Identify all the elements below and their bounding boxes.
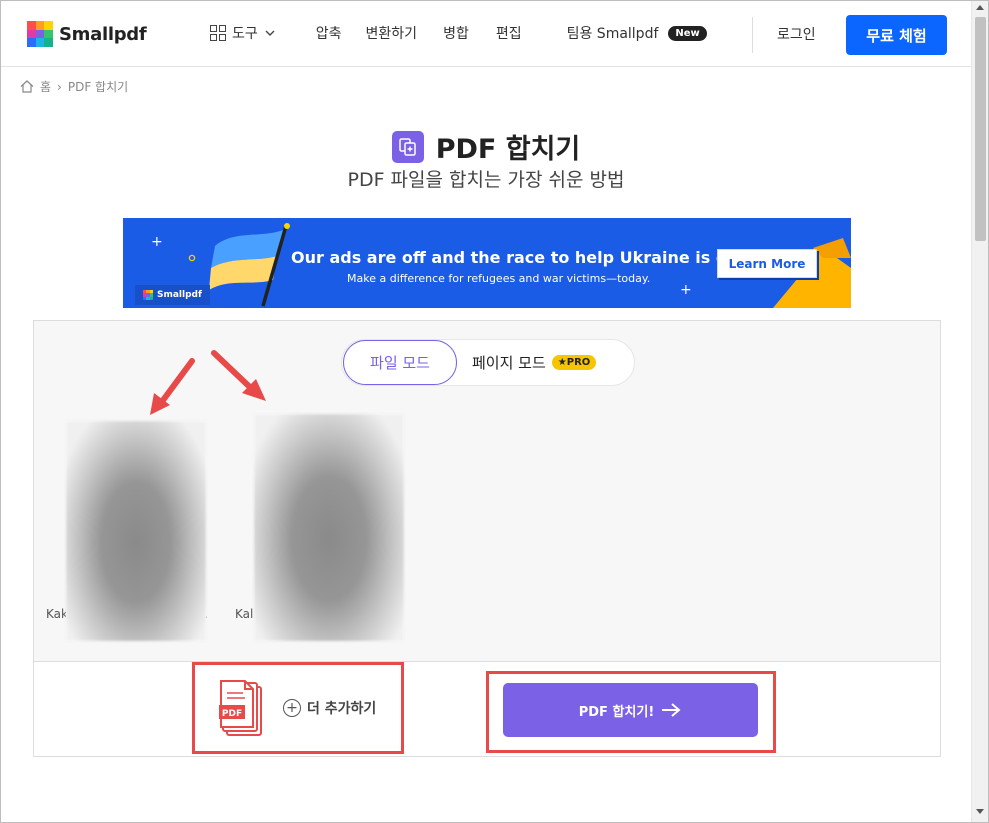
mini-logo-icon bbox=[143, 290, 153, 300]
breadcrumb-separator: › bbox=[57, 79, 62, 94]
pdf-files-icon[interactable]: PDF bbox=[219, 679, 263, 737]
merge-button-label: PDF 합치기! bbox=[578, 704, 655, 720]
arrow-right-icon bbox=[662, 703, 681, 717]
merge-button-highlight: PDF 합치기! bbox=[486, 671, 776, 753]
page-title: PDF 합치기 bbox=[435, 134, 581, 165]
learn-more-button[interactable]: Learn More bbox=[717, 249, 817, 278]
blurred-page-preview bbox=[66, 421, 206, 641]
grid-icon bbox=[210, 25, 226, 41]
nav-edit[interactable]: 편집 bbox=[496, 23, 522, 43]
login-link[interactable]: 로그인 bbox=[777, 24, 816, 44]
file-name-left-2: Kal bbox=[235, 607, 254, 621]
page-subtitle: PDF 파일을 합치는 가장 쉬운 방법 bbox=[347, 169, 625, 191]
plus-circle-icon: + bbox=[283, 699, 301, 717]
free-trial-button[interactable]: 무료 체험 bbox=[846, 15, 947, 55]
file-name-left-1: Kak bbox=[46, 607, 68, 621]
banner-subline: Make a difference for refugees and war v… bbox=[347, 272, 651, 285]
breadcrumb-home[interactable]: 홈 bbox=[40, 78, 51, 95]
scroll-down-arrow-icon[interactable] bbox=[976, 809, 984, 814]
home-icon[interactable] bbox=[20, 80, 34, 93]
file-thumbnail-1[interactable] bbox=[66, 421, 206, 641]
title-row: PDF 합치기 bbox=[1, 127, 971, 166]
ukraine-banner[interactable]: + + Our ads are off and the race to help… bbox=[123, 218, 851, 308]
svg-text:+: + bbox=[680, 282, 692, 298]
scroll-thumb[interactable] bbox=[975, 17, 986, 241]
annotation-arrows-icon bbox=[150, 350, 266, 415]
merge-workspace: 파일 모드 페이지 모드 ★PRO Kak . Kal bbox=[33, 320, 941, 757]
new-badge: New bbox=[668, 25, 707, 41]
page-mode-tab[interactable]: 페이지 모드 ★PRO bbox=[472, 340, 597, 385]
nav-team[interactable]: 팀용 Smallpdf New bbox=[567, 23, 707, 43]
nav-merge[interactable]: 병합 bbox=[443, 23, 469, 43]
blurred-page-preview bbox=[254, 414, 404, 641]
nav-convert[interactable]: 변환하기 bbox=[366, 23, 418, 43]
add-more-highlight: PDF + 더 추가하기 bbox=[192, 662, 404, 754]
add-more-label: 더 추가하기 bbox=[307, 701, 377, 717]
main-nav: 도구 압축 변환하기 병합 편집 팀용 Smallpdf New bbox=[210, 23, 707, 43]
nav-compress[interactable]: 압축 bbox=[316, 23, 342, 43]
nav-team-label: 팀용 Smallpdf bbox=[566, 26, 659, 42]
breadcrumb: 홈 › PDF 합치기 bbox=[20, 78, 128, 95]
merge-pdf-icon bbox=[391, 130, 424, 163]
smallpdf-logo[interactable]: Smallpdf bbox=[27, 21, 147, 47]
nav-tools[interactable]: 도구 bbox=[210, 23, 276, 43]
browser-frame: Smallpdf 도구 압축 변환하기 병합 편집 팀용 Smallpdf Ne… bbox=[0, 0, 989, 823]
scrollbar[interactable] bbox=[971, 1, 988, 822]
pdf-icon-label: PDF bbox=[222, 709, 242, 719]
breadcrumb-current: PDF 합치기 bbox=[67, 80, 129, 94]
scroll-up-arrow-icon[interactable] bbox=[976, 5, 984, 10]
nav-tools-label: 도구 bbox=[232, 26, 258, 42]
logo-mark-icon bbox=[27, 21, 53, 47]
banner-headline: Our ads are off and the race to help Ukr… bbox=[291, 248, 739, 267]
pro-badge: ★PRO bbox=[551, 355, 597, 370]
logo-text: Smallpdf bbox=[59, 23, 147, 45]
add-more-button[interactable]: + 더 추가하기 bbox=[283, 698, 376, 718]
site-header: Smallpdf 도구 압축 변환하기 병합 편집 팀용 Smallpdf Ne… bbox=[1, 1, 971, 67]
merge-pdf-button[interactable]: PDF 합치기! bbox=[503, 683, 758, 737]
file-mode-tab[interactable]: 파일 모드 bbox=[343, 340, 457, 385]
page-mode-label: 페이지 모드 bbox=[472, 354, 546, 372]
banner-logo: Smallpdf bbox=[135, 285, 210, 305]
mode-toggle: 파일 모드 페이지 모드 ★PRO bbox=[341, 339, 635, 386]
chevron-down-icon bbox=[265, 30, 275, 36]
file-thumbnail-2[interactable] bbox=[254, 414, 404, 641]
nav-divider bbox=[752, 17, 753, 53]
svg-text:+: + bbox=[151, 234, 163, 250]
banner-logo-text: Smallpdf bbox=[157, 290, 202, 300]
